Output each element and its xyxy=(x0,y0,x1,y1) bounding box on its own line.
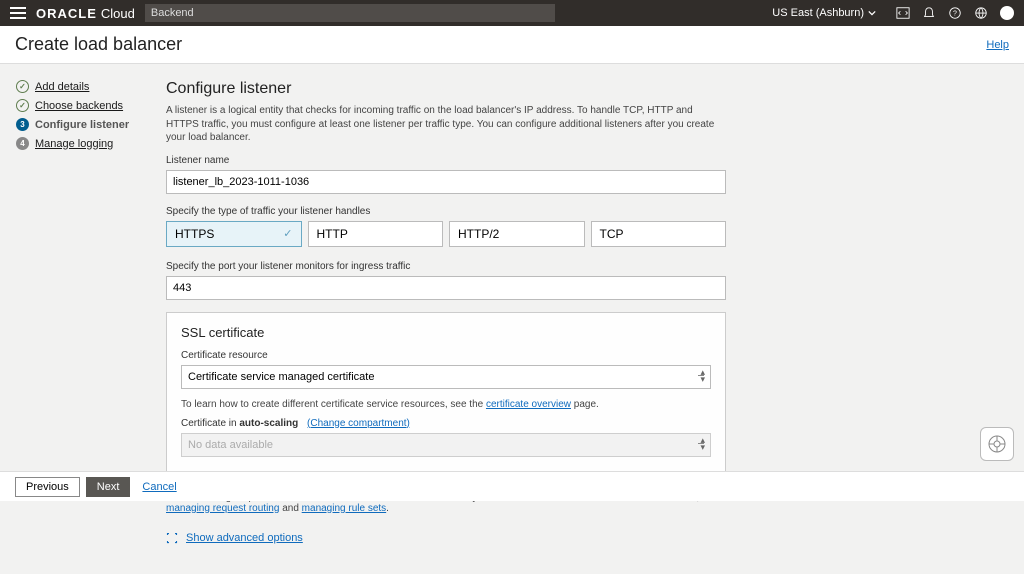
brand: ORACLE Cloud xyxy=(36,6,135,21)
listener-name-input[interactable] xyxy=(166,170,726,194)
expand-icon xyxy=(166,532,178,544)
managing-rule-sets-link[interactable]: managing rule sets xyxy=(302,503,387,514)
previous-button[interactable]: Previous xyxy=(15,477,80,497)
help-icon[interactable]: ? xyxy=(948,6,962,20)
step-number-icon: 4 xyxy=(16,137,29,150)
accessibility-widget[interactable] xyxy=(980,427,1014,461)
compartment-row: Certificate in auto-scaling (Change comp… xyxy=(181,418,711,429)
step-manage-logging[interactable]: 4 Manage logging xyxy=(16,137,146,150)
ssl-title: SSL certificate xyxy=(181,325,711,340)
check-icon: ✓ xyxy=(16,99,29,112)
next-button[interactable]: Next xyxy=(86,477,131,497)
devtools-icon[interactable] xyxy=(896,6,910,20)
bell-icon[interactable] xyxy=(922,6,936,20)
step-label[interactable]: Manage logging xyxy=(35,138,113,150)
show-advanced-options[interactable]: Show advanced options xyxy=(166,532,726,544)
change-compartment-link[interactable]: (Change compartment) xyxy=(307,418,410,429)
avatar-icon[interactable] xyxy=(1000,6,1014,20)
chevron-down-icon xyxy=(868,9,876,17)
updown-icon: ▴▾ xyxy=(700,369,705,383)
cancel-link[interactable]: Cancel xyxy=(142,481,176,493)
compartment-cert-select[interactable]: No data available xyxy=(181,433,711,457)
traffic-http2-button[interactable]: HTTP/2 xyxy=(449,221,585,247)
region-label: US East (Ashburn) xyxy=(772,7,864,19)
advanced-label: Show advanced options xyxy=(186,532,303,544)
search-input[interactable] xyxy=(145,4,555,22)
port-input[interactable] xyxy=(166,276,726,300)
ssl-certificate-box: SSL certificate Certificate resource Cer… xyxy=(166,312,726,480)
check-icon: ✓ xyxy=(16,80,29,93)
menu-icon[interactable] xyxy=(10,7,26,19)
page-header: Create load balancer Help xyxy=(0,26,1024,64)
compartment-name: auto-scaling xyxy=(239,418,298,429)
step-number-icon: 3 xyxy=(16,118,29,131)
section-description: A listener is a logical entity that chec… xyxy=(166,104,726,145)
traffic-http-button[interactable]: HTTP xyxy=(308,221,444,247)
brand-oracle: ORACLE xyxy=(36,6,97,21)
section-heading: Configure listener xyxy=(166,80,726,98)
port-label: Specify the port your listener monitors … xyxy=(166,261,726,272)
globe-icon[interactable] xyxy=(974,6,988,20)
svg-text:?: ? xyxy=(953,11,957,18)
brand-cloud: Cloud xyxy=(101,6,135,21)
updown-icon: ▴▾ xyxy=(700,437,705,451)
wizard-footer: Previous Next Cancel xyxy=(0,471,1024,501)
step-choose-backends[interactable]: ✓ Choose backends xyxy=(16,99,146,112)
cert-resource-label: Certificate resource xyxy=(181,350,711,361)
cert-overview-link[interactable]: certificate overview xyxy=(486,399,571,410)
top-icons: ? xyxy=(896,6,1014,20)
step-configure-listener: 3 Configure listener xyxy=(16,118,146,131)
page-title: Create load balancer xyxy=(15,34,182,55)
listener-name-label: Listener name xyxy=(166,155,726,166)
traffic-tcp-button[interactable]: TCP xyxy=(591,221,727,247)
traffic-type-group: HTTPS HTTP HTTP/2 TCP xyxy=(166,221,726,247)
step-label: Configure listener xyxy=(35,119,129,131)
step-label[interactable]: Choose backends xyxy=(35,100,123,112)
top-bar: ORACLE Cloud US East (Ashburn) ? xyxy=(0,0,1024,26)
help-link[interactable]: Help xyxy=(986,39,1009,51)
traffic-https-button[interactable]: HTTPS xyxy=(166,221,302,247)
region-selector[interactable]: US East (Ashburn) xyxy=(772,7,876,19)
cert-resource-select[interactable]: Certificate service managed certificate xyxy=(181,365,711,389)
cert-learn-hint: To learn how to create different certifi… xyxy=(181,399,711,410)
traffic-type-label: Specify the type of traffic your listene… xyxy=(166,206,726,217)
step-label[interactable]: Add details xyxy=(35,81,89,93)
step-add-details[interactable]: ✓ Add details xyxy=(16,80,146,93)
lifebuoy-icon xyxy=(987,434,1007,454)
managing-request-routing-link[interactable]: managing request routing xyxy=(166,503,279,514)
